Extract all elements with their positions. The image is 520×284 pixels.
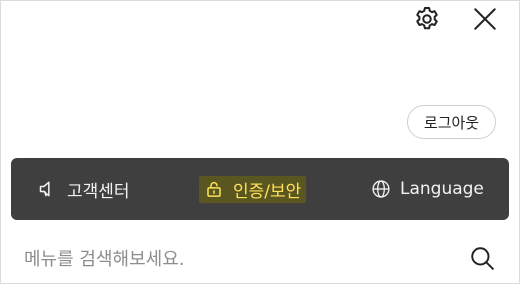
menu-search [0, 232, 520, 284]
menu-search-input[interactable] [24, 244, 444, 274]
lock-icon [204, 179, 224, 199]
gear-icon [412, 4, 442, 38]
auth-security-label: 인증/보안 [233, 181, 302, 202]
auth-security-highlight: 인증/보안 [199, 175, 307, 203]
customer-center-link[interactable]: 고객센터 [38, 158, 130, 220]
search-button[interactable] [468, 246, 496, 274]
logout-button[interactable]: 로그아웃 [407, 105, 496, 139]
language-link[interactable]: Language [371, 158, 484, 220]
globe-icon [371, 179, 391, 199]
quick-menu-bar: 고객센터 인증/보안 Language [11, 158, 509, 220]
speaker-icon [38, 179, 58, 199]
logout-label: 로그아웃 [423, 113, 480, 132]
auth-security-link[interactable]: 인증/보안 [199, 158, 307, 220]
customer-center-label: 고객센터 [67, 181, 130, 202]
close-button[interactable] [468, 4, 502, 38]
search-icon [469, 245, 495, 275]
language-label: Language [400, 179, 484, 199]
close-icon [472, 6, 498, 36]
settings-button[interactable] [410, 4, 444, 38]
